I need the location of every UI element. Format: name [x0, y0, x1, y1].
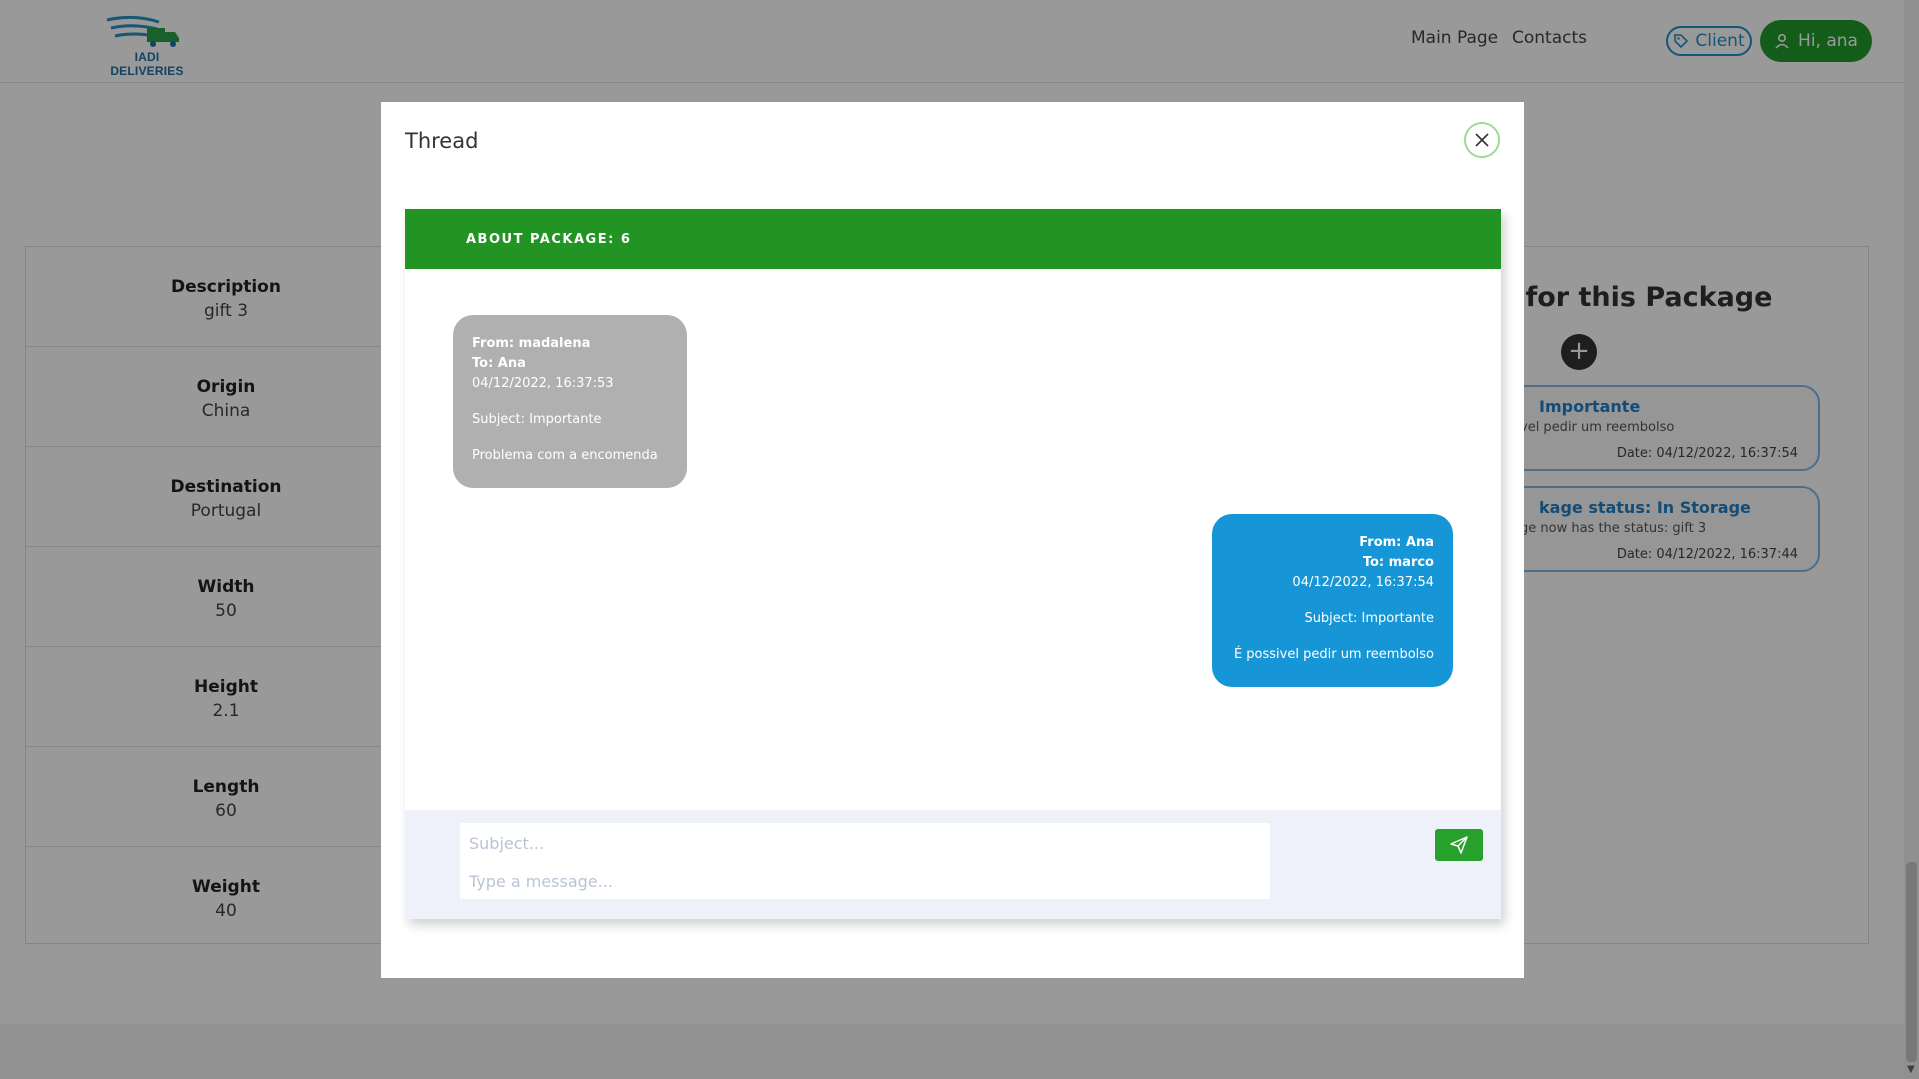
- thread-container: ABOUT PACKAGE: 6 From: madalena To: Ana …: [405, 209, 1501, 919]
- message-date: 04/12/2022, 16:37:54: [1292, 575, 1434, 590]
- message-from: From: madalena: [472, 336, 591, 351]
- message-to: To: marco: [1362, 555, 1434, 570]
- message-bubble-received: From: madalena To: Ana 04/12/2022, 16:37…: [453, 315, 687, 488]
- message-subject: Subject: Importante: [472, 412, 602, 427]
- message-from: From: Ana: [1359, 535, 1434, 550]
- message-text: Problema com a encomenda: [472, 448, 658, 463]
- close-icon: [1475, 133, 1489, 147]
- message-bubble-sent: From: Ana To: marco 04/12/2022, 16:37:54…: [1212, 514, 1453, 687]
- close-button[interactable]: [1464, 122, 1500, 158]
- send-button[interactable]: [1435, 829, 1483, 861]
- composer-fields: [460, 823, 1270, 899]
- message-composer: [405, 810, 1501, 919]
- thread-header: ABOUT PACKAGE: 6: [405, 209, 1501, 269]
- message-subject: Subject: Importante: [1304, 611, 1434, 626]
- subject-input[interactable]: [467, 829, 1261, 857]
- modal-title: Thread: [405, 129, 479, 153]
- message-input[interactable]: [467, 867, 1261, 895]
- send-icon: [1450, 836, 1468, 854]
- thread-modal: Thread ABOUT PACKAGE: 6 From: madalena T…: [381, 102, 1524, 978]
- message-date: 04/12/2022, 16:37:53: [472, 376, 614, 391]
- thread-package-label: ABOUT PACKAGE: 6: [466, 232, 632, 247]
- message-text: É possivel pedir um reembolso: [1233, 647, 1434, 662]
- message-to: To: Ana: [472, 356, 526, 371]
